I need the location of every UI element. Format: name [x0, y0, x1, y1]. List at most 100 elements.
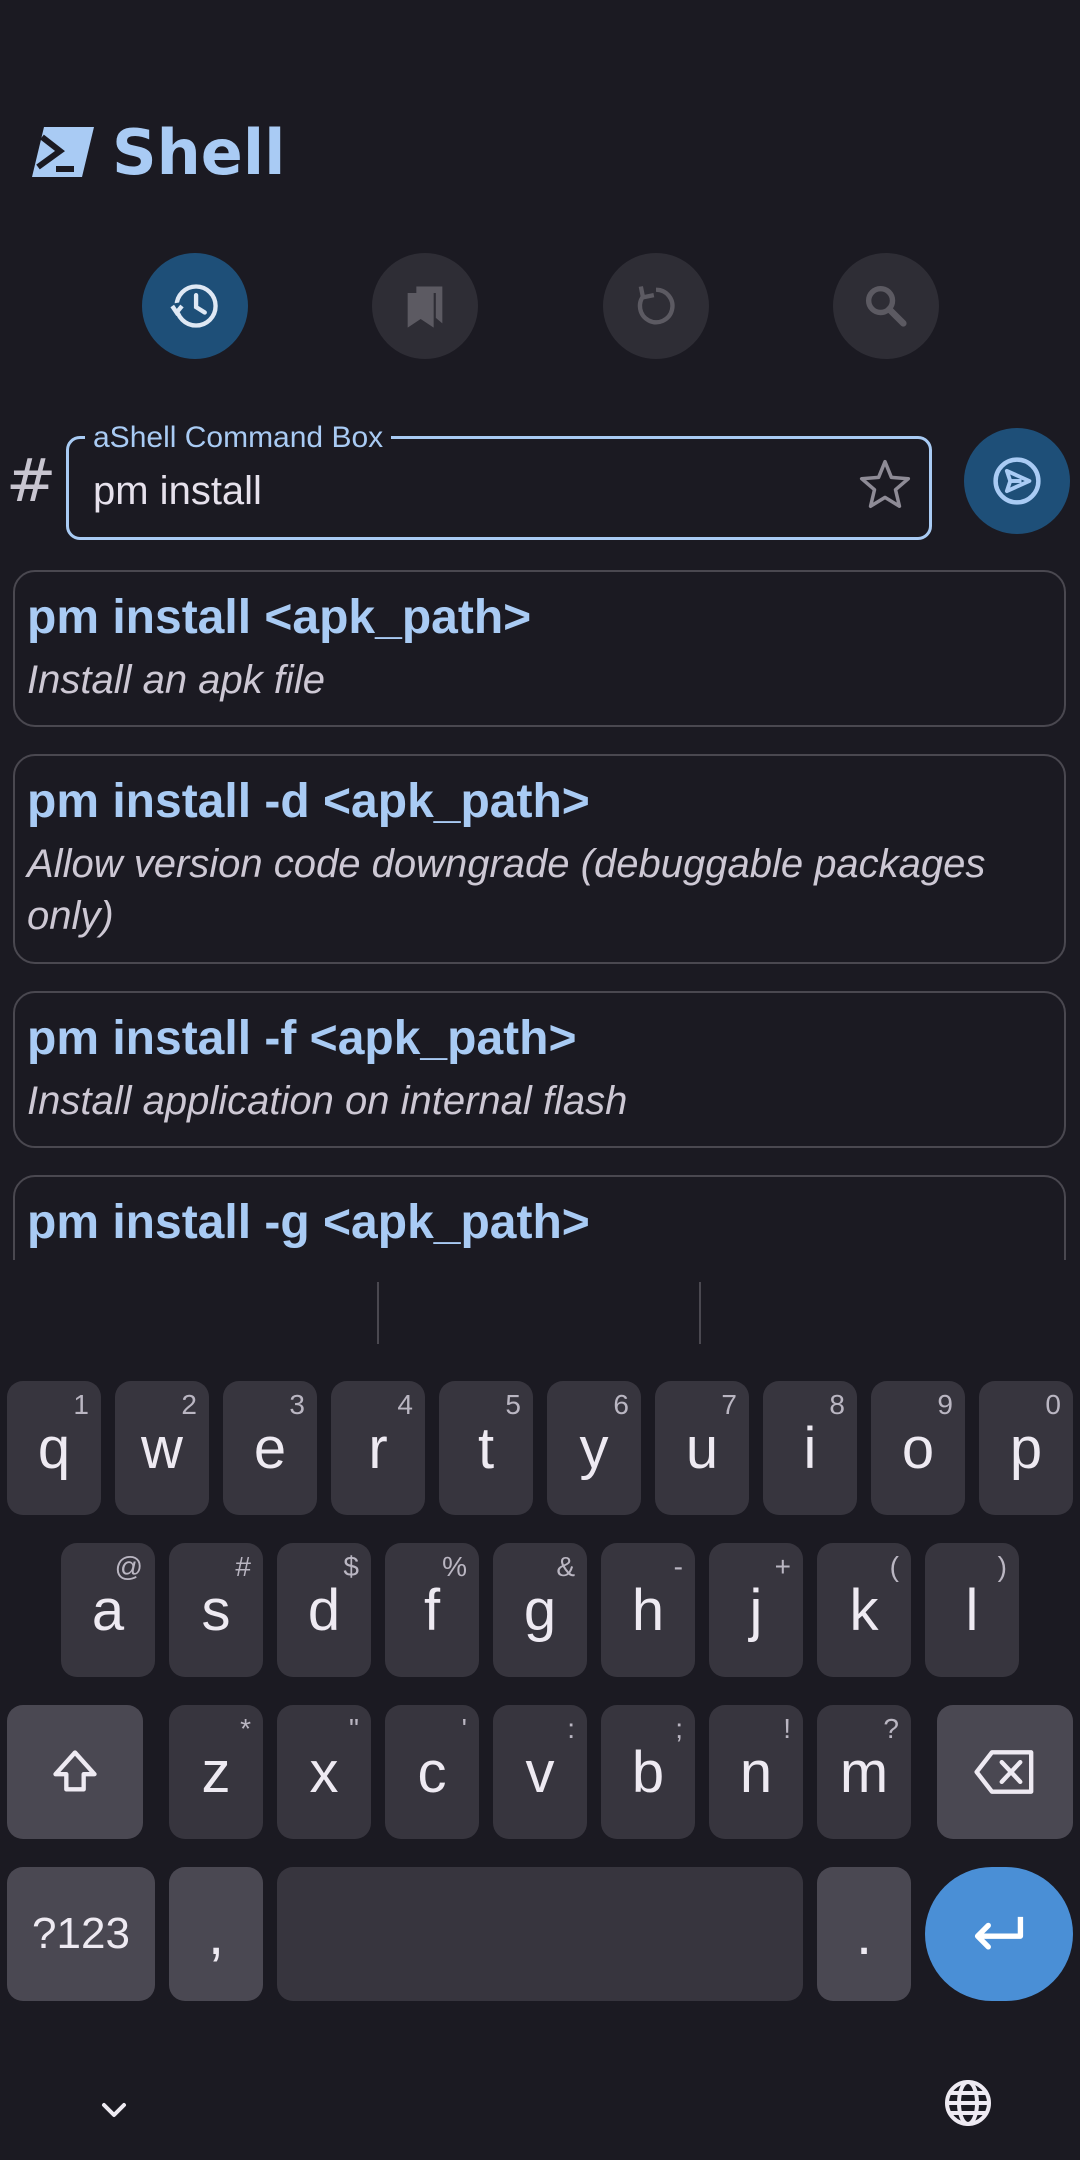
key-t[interactable]: t5	[439, 1381, 533, 1515]
key-hint: #	[235, 1551, 251, 1582]
key-label: y	[579, 1415, 609, 1481]
key-a[interactable]: a @	[61, 1543, 155, 1677]
key-label: c	[417, 1739, 447, 1805]
app-header: Shell	[30, 112, 285, 192]
key-l[interactable]: l)	[925, 1543, 1019, 1677]
key-z[interactable]: z *	[169, 1705, 263, 1839]
key-label: n	[739, 1739, 773, 1805]
command-box[interactable]: aShell Command Box	[66, 421, 932, 540]
suggestion-item[interactable]: pm install <apk_path> Install an apk fil…	[13, 570, 1066, 727]
key-n[interactable]: n!	[709, 1705, 803, 1839]
key-c[interactable]: c '	[385, 1705, 479, 1839]
key-h[interactable]: h-	[601, 1543, 695, 1677]
key-hint: ?	[883, 1713, 899, 1744]
key-i[interactable]: i8	[763, 1381, 857, 1515]
key-b[interactable]: b;	[601, 1705, 695, 1839]
enter-key[interactable]	[925, 1867, 1073, 2001]
key-hint: $	[343, 1551, 359, 1582]
key-hint: *	[240, 1713, 251, 1744]
key-label: a	[91, 1577, 125, 1643]
star-icon[interactable]	[857, 457, 913, 513]
key-label: r	[368, 1415, 388, 1481]
key-o[interactable]: o9	[871, 1381, 965, 1515]
suggestion-list: pm install <apk_path> Install an apk fil…	[0, 570, 1080, 1260]
key-hint: 3	[289, 1389, 305, 1420]
bookmarks-button[interactable]	[372, 253, 478, 359]
key-label: k	[849, 1577, 879, 1643]
symbols-key[interactable]: ?123	[7, 1867, 155, 2001]
key-q[interactable]: q1	[7, 1381, 101, 1515]
comma-key[interactable]: ,	[169, 1867, 263, 2001]
key-hint: 0	[1045, 1389, 1061, 1420]
search-button[interactable]	[833, 253, 939, 359]
key-p[interactable]: p0	[979, 1381, 1073, 1515]
key-hint: ;	[675, 1713, 683, 1744]
refresh-button[interactable]	[603, 253, 709, 359]
suggestion-item[interactable]: pm install -g <apk_path>	[13, 1175, 1066, 1260]
terminal-icon	[32, 127, 94, 177]
key-label: t	[477, 1415, 495, 1481]
suggestion-item[interactable]: pm install -f <apk_path> Install applica…	[13, 991, 1066, 1148]
period-key[interactable]: .	[817, 1867, 911, 2001]
command-input[interactable]	[93, 469, 853, 514]
history-icon	[170, 284, 218, 328]
key-label: x	[309, 1739, 339, 1805]
suggestion-command: pm install -d <apk_path>	[27, 775, 590, 828]
key-label: w	[141, 1415, 183, 1481]
key-label: j	[749, 1577, 763, 1643]
suggestion-command: pm install -f <apk_path>	[27, 1012, 577, 1065]
key-label: d	[307, 1577, 341, 1643]
backspace-key[interactable]	[937, 1705, 1073, 1839]
key-f[interactable]: f%	[385, 1543, 479, 1677]
comma-key-label: ,	[207, 1901, 225, 1967]
space-key[interactable]	[277, 1867, 803, 2001]
key-label: s	[201, 1577, 231, 1643]
key-s[interactable]: s #	[169, 1543, 263, 1677]
hide-keyboard-icon[interactable]	[96, 2092, 132, 2128]
key-hint: (	[889, 1551, 899, 1582]
key-label: i	[803, 1415, 817, 1481]
key-hint: &	[556, 1551, 575, 1582]
enter-icon	[974, 1916, 1024, 1950]
key-label: o	[901, 1415, 935, 1481]
key-m[interactable]: m?	[817, 1705, 911, 1839]
key-y[interactable]: y6	[547, 1381, 641, 1515]
key-hint: @	[114, 1551, 143, 1582]
key-k[interactable]: k(	[817, 1543, 911, 1677]
key-label: l	[965, 1577, 979, 1643]
key-x[interactable]: x "	[277, 1705, 371, 1839]
app-title: Shell	[112, 115, 286, 189]
shift-key[interactable]	[7, 1705, 143, 1839]
history-button[interactable]	[142, 253, 248, 359]
key-j[interactable]: j +	[709, 1543, 803, 1677]
key-hint: '	[461, 1713, 467, 1744]
key-w[interactable]: w2	[115, 1381, 209, 1515]
key-d[interactable]: d $	[277, 1543, 371, 1677]
suggestion-description: Install application on internal flash	[27, 1079, 628, 1123]
key-r[interactable]: r4	[331, 1381, 425, 1515]
key-label: e	[253, 1415, 287, 1481]
key-label: v	[525, 1739, 555, 1805]
key-hint: 8	[829, 1389, 845, 1420]
key-label: m	[839, 1739, 889, 1805]
suggestion-command: pm install -g <apk_path>	[27, 1196, 590, 1249]
key-g[interactable]: g &	[493, 1543, 587, 1677]
suggestion-strip-divider	[377, 1282, 379, 1344]
prompt-symbol: #	[6, 446, 57, 516]
key-hint: 9	[937, 1389, 953, 1420]
suggestion-item[interactable]: pm install -d <apk_path> Allow version c…	[13, 754, 1066, 964]
key-hint: 5	[505, 1389, 521, 1420]
key-e[interactable]: e3	[223, 1381, 317, 1515]
command-box-label: aShell Command Box	[85, 421, 392, 455]
language-globe-icon[interactable]	[942, 2077, 994, 2129]
key-hint: 1	[73, 1389, 89, 1420]
key-v[interactable]: v:	[493, 1705, 587, 1839]
suggestion-command: pm install <apk_path>	[27, 591, 532, 644]
key-label: f	[423, 1577, 441, 1643]
key-u[interactable]: u7	[655, 1381, 749, 1515]
key-hint: )	[997, 1551, 1007, 1582]
send-button[interactable]	[964, 428, 1070, 534]
symbols-key-label: ?123	[32, 1909, 130, 1958]
key-hint: 6	[613, 1389, 629, 1420]
keyboard: q1w2e3r4t5y6u7i8o9p0 a @ s # d $ f% g & h - j + k(l) …	[0, 1262, 1080, 2160]
